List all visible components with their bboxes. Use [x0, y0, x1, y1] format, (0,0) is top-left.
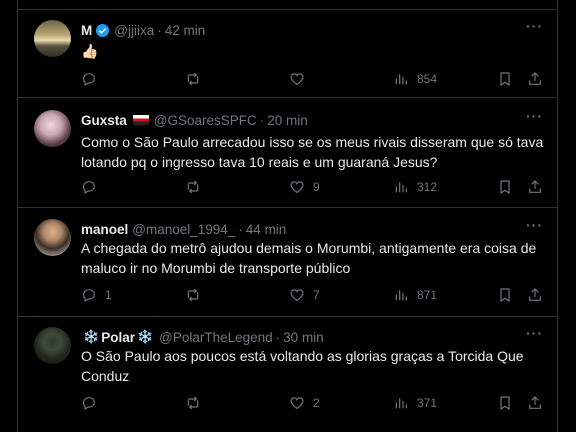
bookmark-button[interactable] [497, 393, 513, 413]
timestamp[interactable]: 44 min [246, 222, 287, 237]
view-count: 312 [417, 180, 438, 194]
snowflake-icon: ❄️ [83, 329, 100, 344]
repost-icon [187, 288, 199, 302]
avatar[interactable] [34, 327, 71, 364]
like-button[interactable]: 7 [289, 285, 320, 305]
separator-dot: · [238, 221, 243, 237]
view-count: 371 [417, 396, 438, 410]
reply-button[interactable] [81, 177, 105, 197]
tweet[interactable]: ❄️ Polar ❄️ @PolarTheLegend · 30 min ···… [18, 317, 557, 432]
reply-icon [83, 289, 95, 303]
share-icon [529, 288, 541, 301]
views-button[interactable]: 371 [393, 393, 437, 413]
author-handle[interactable]: @GSoaresSPFC [154, 113, 257, 128]
like-button[interactable]: 2 [289, 393, 320, 413]
author-name[interactable]: Polar [101, 330, 135, 345]
separator-dot: · [275, 329, 281, 345]
reply-count: 1 [105, 288, 112, 302]
more-icon[interactable]: ··· [526, 108, 543, 124]
share-button[interactable] [527, 177, 543, 197]
repost-button[interactable] [185, 285, 209, 305]
timestamp[interactable]: 20 min [267, 113, 308, 128]
separator-dot: · [157, 22, 162, 38]
bookmark-button[interactable] [497, 69, 513, 89]
more-icon[interactable]: ··· [526, 217, 543, 233]
tweet-actions: 1 7 871 [81, 285, 551, 305]
author-handle[interactable]: @PolarTheLegend [159, 330, 273, 345]
tweet-actions: 854 [81, 69, 551, 89]
bookmark-button[interactable] [497, 177, 513, 197]
author-handle[interactable]: @jjiixa [114, 23, 154, 38]
views-icon [395, 182, 407, 193]
like-icon [290, 397, 304, 410]
like-icon [290, 181, 304, 194]
timeline: M @jjiixa · 42 min ··· 👍🏻 854 Guxsta @GS… [17, 0, 558, 432]
bookmark-icon [500, 72, 510, 87]
timestamp[interactable]: 42 min [165, 23, 206, 38]
share-icon [529, 396, 541, 409]
bookmark-icon [500, 180, 510, 195]
views-button[interactable]: 854 [393, 69, 437, 89]
tweet[interactable]: manoel @manoel_1994_ · 44 min ··· A cheg… [18, 208, 557, 317]
view-count: 854 [417, 72, 438, 86]
share-icon [529, 180, 541, 193]
sao-paulo-flag-icon [132, 115, 149, 125]
views-icon [395, 398, 407, 409]
tweet[interactable]: M @jjiixa · 42 min ··· 👍🏻 854 [18, 10, 557, 98]
views-icon [395, 290, 407, 301]
share-button[interactable] [527, 285, 543, 305]
share-button[interactable] [527, 393, 543, 413]
repost-button[interactable] [185, 69, 209, 89]
tweet-text: A chegada do metrô ajudou demais o Morum… [81, 240, 537, 276]
reply-icon [83, 397, 95, 411]
more-icon[interactable]: ··· [526, 325, 543, 341]
like-icon [290, 73, 304, 86]
reply-icon [83, 73, 95, 87]
tweet-actions: 9 312 [81, 177, 551, 197]
avatar[interactable] [34, 110, 71, 147]
views-button[interactable]: 312 [393, 177, 437, 197]
avatar[interactable] [34, 219, 71, 256]
like-count: 2 [313, 396, 320, 410]
repost-icon [187, 396, 199, 410]
author-name[interactable]: Guxsta [81, 113, 127, 128]
verified-badge-icon [96, 23, 110, 37]
author-handle[interactable]: @manoel_1994_ [132, 222, 235, 237]
bookmark-icon [500, 396, 510, 411]
like-count: 7 [313, 288, 320, 302]
tweet-text: Como o São Paulo arrecadou isso se os me… [81, 134, 544, 170]
view-count: 871 [417, 288, 438, 302]
author-name[interactable]: manoel [81, 222, 128, 237]
author-name[interactable]: M [81, 23, 92, 38]
reply-button[interactable] [81, 393, 105, 413]
like-button[interactable] [289, 69, 313, 89]
more-icon[interactable]: ··· [526, 18, 543, 34]
bookmark-button[interactable] [497, 285, 513, 305]
tweet-actions: 2 371 [81, 393, 551, 413]
repost-button[interactable] [185, 393, 209, 413]
views-icon [395, 74, 407, 85]
repost-button[interactable] [185, 177, 209, 197]
like-button[interactable]: 9 [289, 177, 320, 197]
snowflake-icon: ❄️ [136, 329, 154, 344]
views-button[interactable]: 871 [393, 285, 437, 305]
tweet[interactable]: Guxsta @GSoaresSPFC · 20 min ··· Como o … [18, 98, 557, 208]
like-count: 9 [313, 180, 320, 194]
share-icon [529, 72, 541, 85]
repost-icon [187, 180, 199, 194]
reply-icon [83, 181, 95, 195]
avatar[interactable] [34, 20, 71, 57]
separator-dot: · [259, 112, 265, 128]
reply-button[interactable]: 1 [81, 285, 112, 305]
share-button[interactable] [527, 69, 543, 89]
bookmark-icon [500, 288, 510, 303]
tweet-text: 👍🏻 [81, 43, 99, 59]
reply-button[interactable] [81, 69, 105, 89]
repost-icon [187, 72, 199, 86]
tweet-text: O São Paulo aos poucos está voltando as … [81, 348, 524, 384]
like-icon [290, 289, 304, 302]
timestamp[interactable]: 30 min [283, 330, 324, 345]
